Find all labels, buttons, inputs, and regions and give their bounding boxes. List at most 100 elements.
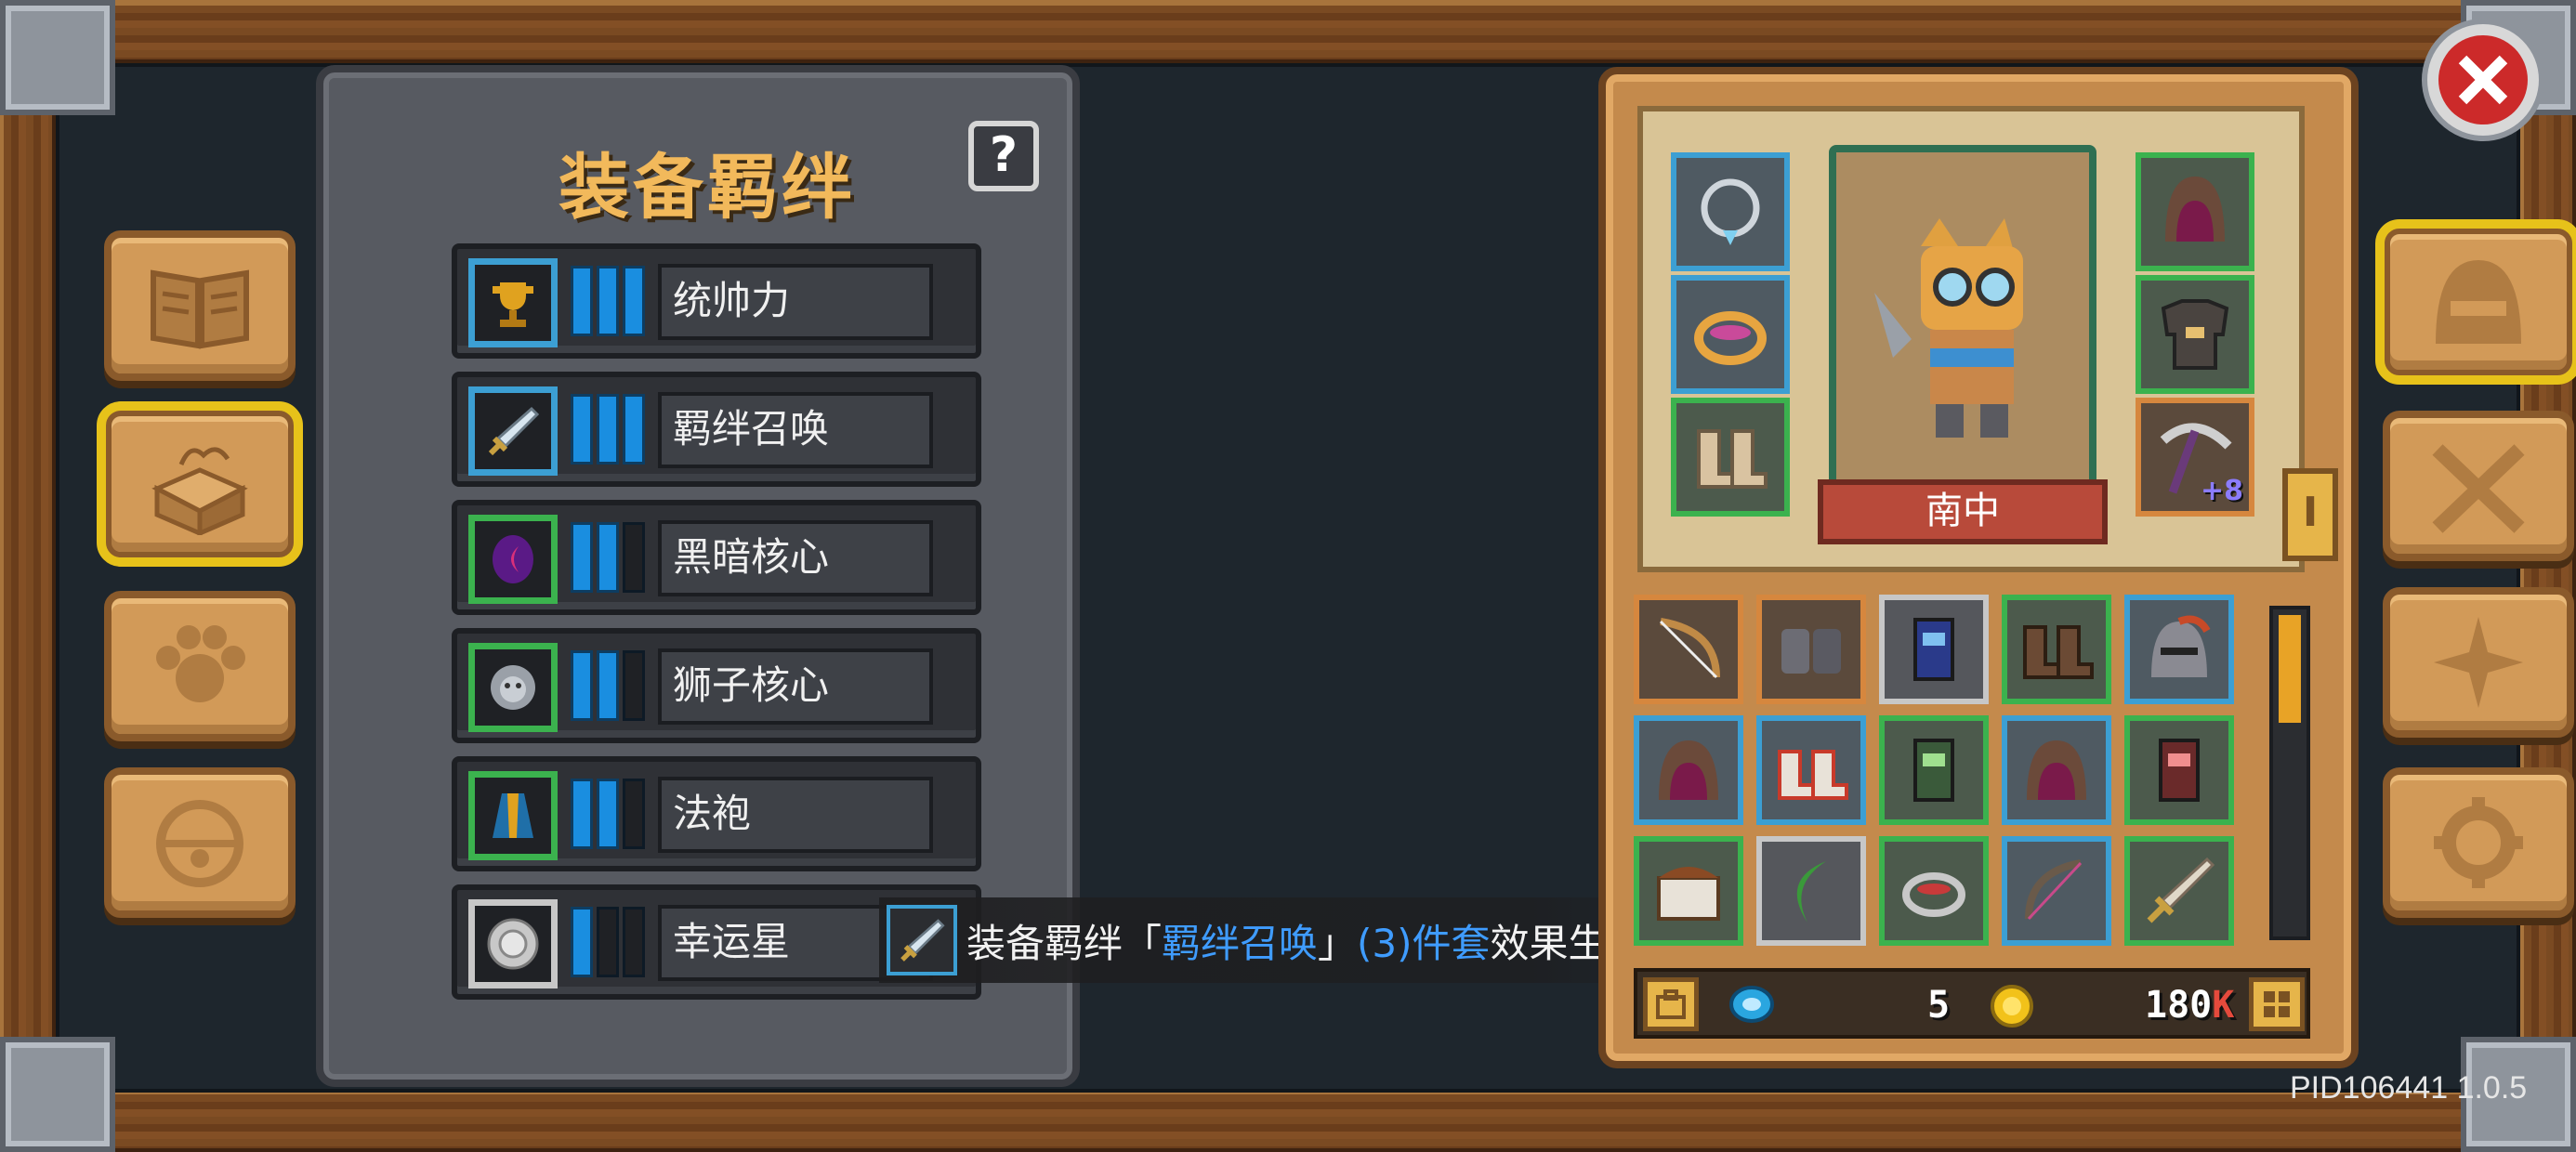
inventory-item[interactable]: [1756, 715, 1866, 825]
bow-icon: [2025, 859, 2083, 921]
bond-name: 羁绊召唤: [658, 392, 933, 468]
gem-icon: [1729, 986, 1774, 1023]
inventory-item[interactable]: [1634, 715, 1743, 825]
bond-row[interactable]: 统帅力: [452, 243, 981, 359]
scroll-thumb[interactable]: [2279, 615, 2301, 723]
inventory-grid: [1634, 595, 2262, 946]
book-icon: [151, 269, 249, 349]
necklace-slot[interactable]: [1671, 152, 1790, 271]
sparkle-icon: [2434, 617, 2523, 708]
sort-button[interactable]: [2249, 977, 2305, 1031]
inventory-item[interactable]: [1756, 836, 1866, 946]
bow-icon: [1659, 618, 1720, 679]
hood-icon: [2027, 740, 2086, 800]
frame-corner: [0, 0, 115, 115]
inventory-item[interactable]: [1879, 595, 1989, 704]
armor-slot[interactable]: [2136, 275, 2254, 394]
inventory-item[interactable]: [1634, 836, 1743, 946]
nav-equipment-bond-button[interactable]: [97, 401, 303, 567]
inventory-item[interactable]: [2124, 595, 2234, 704]
ring-icon: [1902, 872, 1965, 917]
inventory-item[interactable]: [2124, 836, 2234, 946]
nav-settings-button[interactable]: [2383, 767, 2574, 918]
bond-name: 法袍: [658, 777, 933, 853]
armor-icon: [2161, 299, 2229, 370]
ring-slot[interactable]: [1671, 275, 1790, 394]
bond-row[interactable]: 狮子核心: [452, 628, 981, 743]
character-portrait: [1829, 145, 2096, 515]
character-panel: 南中 +8 I 5 180K: [1598, 67, 2359, 1068]
inventory-item[interactable]: [2002, 715, 2111, 825]
hero-sprite-icon: [1874, 218, 2023, 438]
card-icon: [1913, 618, 1954, 681]
close-button[interactable]: [2422, 19, 2544, 141]
hood-slot[interactable]: [2136, 152, 2254, 271]
tooltip-message: 装备羁绊「羁绊召唤」(3)件套效果生效: [966, 920, 1647, 966]
bond-level-bars: [571, 266, 645, 336]
sword-icon: [887, 905, 957, 975]
bond-level-bars: [571, 907, 645, 977]
nav-skill-button[interactable]: [2383, 587, 2574, 738]
gear-icon: [2434, 797, 2523, 888]
necklace-icon: [1701, 178, 1760, 245]
weapon-slot[interactable]: +8: [2136, 398, 2254, 517]
ring-icon: [1694, 311, 1767, 365]
bond-name: 狮子核心: [658, 648, 933, 725]
boots-icon: [1697, 429, 1768, 489]
bond-level-bars: [571, 394, 645, 465]
bond-effect-tooltip: 装备羁绊「羁绊召唤」(3)件套效果生效: [879, 897, 1697, 983]
character-name: 南中: [1818, 479, 2108, 544]
hood-icon: [1659, 740, 1718, 800]
inventory-item[interactable]: [1879, 715, 1989, 825]
inventory-item[interactable]: [2124, 715, 2234, 825]
bag-icon: [1656, 989, 1686, 1019]
bond-row[interactable]: 法袍: [452, 756, 981, 871]
inventory-item[interactable]: [1756, 595, 1866, 704]
bond-row[interactable]: 黑暗核心: [452, 500, 981, 615]
nav-character-button[interactable]: [2375, 219, 2576, 385]
help-button[interactable]: ?: [968, 121, 1039, 191]
robe-icon: [468, 771, 558, 860]
wood-frame-left: [0, 56, 56, 1096]
dark-orb-icon: [468, 515, 558, 604]
coin-icon: [1991, 985, 2033, 1028]
bond-name: 黑暗核心: [658, 520, 933, 596]
coin-count: 180K: [2145, 984, 2235, 1027]
equipment-area: 南中 +8 I: [1637, 106, 2338, 572]
bond-name: 统帅力: [658, 264, 933, 340]
bag-button[interactable]: [1643, 977, 1699, 1031]
gauntlet-icon: [1781, 629, 1841, 674]
frame-corner: [0, 1037, 115, 1152]
sword-icon: [2147, 857, 2215, 923]
lucky-star-icon: [468, 899, 558, 988]
bond-row[interactable]: 羁绊召唤: [452, 372, 981, 487]
wood-frame-bottom: [0, 1089, 2576, 1152]
gem-count: 5: [1927, 984, 1951, 1027]
card-icon: [2159, 739, 2200, 802]
inventory-scrollbar[interactable]: [2269, 606, 2310, 940]
helmet-icon: [2436, 260, 2521, 344]
bond-level-bars: [571, 779, 645, 849]
inventory-item[interactable]: [1634, 595, 1743, 704]
inventory-item[interactable]: [2002, 836, 2111, 946]
card-icon: [1913, 739, 1954, 802]
chest-icon: [1657, 867, 1720, 921]
nav-bell-button[interactable]: [104, 767, 296, 918]
grid-icon: [2264, 991, 2290, 1017]
helmet-icon: [2151, 615, 2211, 677]
sneakers-icon: [1778, 750, 1848, 800]
nav-weapon-button[interactable]: [2383, 411, 2574, 561]
inventory-item[interactable]: [2002, 595, 2111, 704]
lion-head-icon: [468, 643, 558, 732]
sword-icon: [468, 386, 558, 476]
bell-icon: [156, 800, 243, 887]
inventory-item[interactable]: [1879, 836, 1989, 946]
nav-book-button[interactable]: [104, 230, 296, 381]
slot-page-tab[interactable]: I: [2282, 468, 2338, 561]
weapon-enhance-level: +8: [2200, 475, 2243, 507]
hood-icon: [2165, 177, 2225, 242]
close-icon: [2438, 35, 2528, 124]
version-label: PID106441 1.0.5: [2290, 1070, 2528, 1106]
boots-slot[interactable]: [1671, 398, 1790, 517]
nav-pet-button[interactable]: [104, 591, 296, 741]
